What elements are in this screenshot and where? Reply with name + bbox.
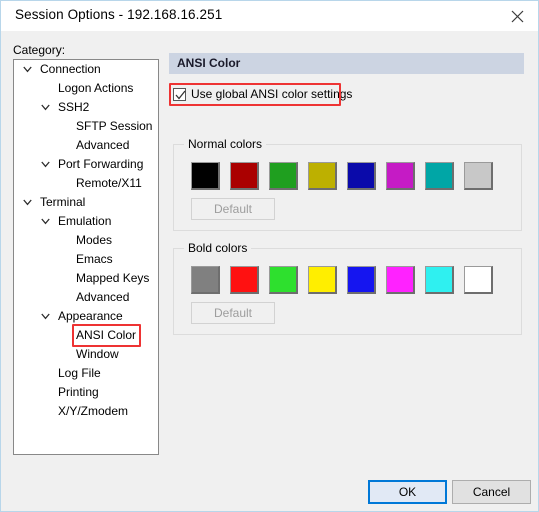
sidebar-item-port-forwarding[interactable]: Port Forwarding <box>14 155 158 174</box>
normal-color-swatch-7[interactable] <box>464 162 493 190</box>
category-tree[interactable]: Connection Logon Actions SSH2 SFTP Session A… <box>13 59 159 455</box>
chevron-down-icon[interactable] <box>41 155 52 174</box>
bold-color-swatch-6[interactable] <box>425 266 454 294</box>
sidebar-item-label: SFTP Session <box>76 119 153 133</box>
close-icon[interactable] <box>495 1 538 31</box>
normal-colors-title: Normal colors <box>184 137 267 151</box>
sidebar-item-label: Emacs <box>76 252 113 266</box>
sidebar-item-connection[interactable]: Connection <box>14 60 158 79</box>
sidebar-item-mapped-keys[interactable]: Mapped Keys <box>14 269 158 288</box>
sidebar-item-label: Logon Actions <box>58 81 134 95</box>
use-global-checkbox[interactable]: Use global ANSI color settings <box>173 86 352 102</box>
normal-color-swatch-3[interactable] <box>308 162 337 190</box>
normal-color-swatch-0[interactable] <box>191 162 220 190</box>
sidebar-item-label: Advanced <box>76 290 130 304</box>
sidebar-item-appearance[interactable]: Appearance <box>14 307 158 326</box>
bold-color-swatch-5[interactable] <box>386 266 415 294</box>
bold-default-button[interactable]: Default <box>191 302 275 324</box>
bold-color-swatch-7[interactable] <box>464 266 493 294</box>
sidebar-item-ssh2[interactable]: SSH2 <box>14 98 158 117</box>
chevron-down-icon[interactable] <box>41 307 52 326</box>
bold-color-swatch-1[interactable] <box>230 266 259 294</box>
sidebar-item-terminal[interactable]: Terminal <box>14 193 158 212</box>
bold-colors-group: Bold colors Default <box>173 241 522 335</box>
sidebar-item-logon-actions[interactable]: Logon Actions <box>14 79 158 98</box>
sidebar-item-ansi-color[interactable]: ANSI Color <box>14 326 158 345</box>
chevron-down-icon[interactable] <box>41 98 52 117</box>
cancel-button[interactable]: Cancel <box>452 480 531 504</box>
sidebar-item-advanced[interactable]: Advanced <box>14 136 158 155</box>
sidebar-item-label: SSH2 <box>58 100 90 114</box>
bold-color-swatch-0[interactable] <box>191 266 220 294</box>
normal-color-swatch-1[interactable] <box>230 162 259 190</box>
sidebar-item-advanced[interactable]: Advanced <box>14 288 158 307</box>
sidebar-item-label: Port Forwarding <box>58 157 144 171</box>
normal-color-swatch-2[interactable] <box>269 162 298 190</box>
normal-default-button[interactable]: Default <box>191 198 275 220</box>
sidebar-item-label: Connection <box>40 62 101 76</box>
bold-color-swatch-4[interactable] <box>347 266 376 294</box>
sidebar-item-label: Window <box>76 347 119 361</box>
chevron-down-icon[interactable] <box>41 212 52 231</box>
sidebar-item-label: Remote/X11 <box>76 176 142 190</box>
sidebar-item-window[interactable]: Window <box>14 345 158 364</box>
title-bar: Session Options - 192.168.16.251 <box>1 1 538 32</box>
dialog-body: Category: Connection Logon Actions SSH2 SFT… <box>1 31 538 511</box>
sidebar-item-sftp-session[interactable]: SFTP Session <box>14 117 158 136</box>
sidebar-item-x-y-zmodem[interactable]: X/Y/Zmodem <box>14 402 158 421</box>
sidebar-item-label: Log File <box>58 366 101 380</box>
sidebar-item-printing[interactable]: Printing <box>14 383 158 402</box>
normal-color-swatch-5[interactable] <box>386 162 415 190</box>
pane-header: ANSI Color <box>169 53 524 74</box>
normal-color-swatch-6[interactable] <box>425 162 454 190</box>
sidebar-item-emacs[interactable]: Emacs <box>14 250 158 269</box>
pane-title: ANSI Color <box>177 56 241 70</box>
sidebar-item-label: X/Y/Zmodem <box>58 404 129 418</box>
sidebar-item-label: Terminal <box>40 195 86 209</box>
normal-color-swatch-4[interactable] <box>347 162 376 190</box>
category-label: Category: <box>13 43 66 57</box>
sidebar-item-label: Printing <box>58 385 99 399</box>
normal-colors-group: Normal colors Default <box>173 137 522 231</box>
sidebar-item-label: ANSI Color <box>76 326 137 345</box>
sidebar-item-label: Emulation <box>58 214 112 228</box>
bold-color-swatch-3[interactable] <box>308 266 337 294</box>
sidebar-item-label: Appearance <box>58 309 123 323</box>
bold-color-swatches[interactable] <box>191 266 493 294</box>
sidebar-item-emulation[interactable]: Emulation <box>14 212 158 231</box>
sidebar-item-log-file[interactable]: Log File <box>14 364 158 383</box>
bold-colors-title: Bold colors <box>184 241 252 255</box>
normal-color-swatches[interactable] <box>191 162 493 190</box>
session-options-dialog: Session Options - 192.168.16.251 Categor… <box>0 0 539 512</box>
sidebar-item-label: Mapped Keys <box>76 271 150 285</box>
sidebar-item-modes[interactable]: Modes <box>14 231 158 250</box>
chevron-down-icon[interactable] <box>23 193 34 212</box>
use-global-label: Use global ANSI color settings <box>191 87 353 101</box>
checkbox-box[interactable] <box>173 87 186 101</box>
sidebar-item-label: Modes <box>76 233 113 247</box>
chevron-down-icon[interactable] <box>23 60 34 79</box>
sidebar-item-remote-x11[interactable]: Remote/X11 <box>14 174 158 193</box>
bold-color-swatch-2[interactable] <box>269 266 298 294</box>
sidebar-item-label: Advanced <box>76 138 130 152</box>
window-title: Session Options - 192.168.16.251 <box>15 7 223 22</box>
ok-button[interactable]: OK <box>368 480 447 504</box>
